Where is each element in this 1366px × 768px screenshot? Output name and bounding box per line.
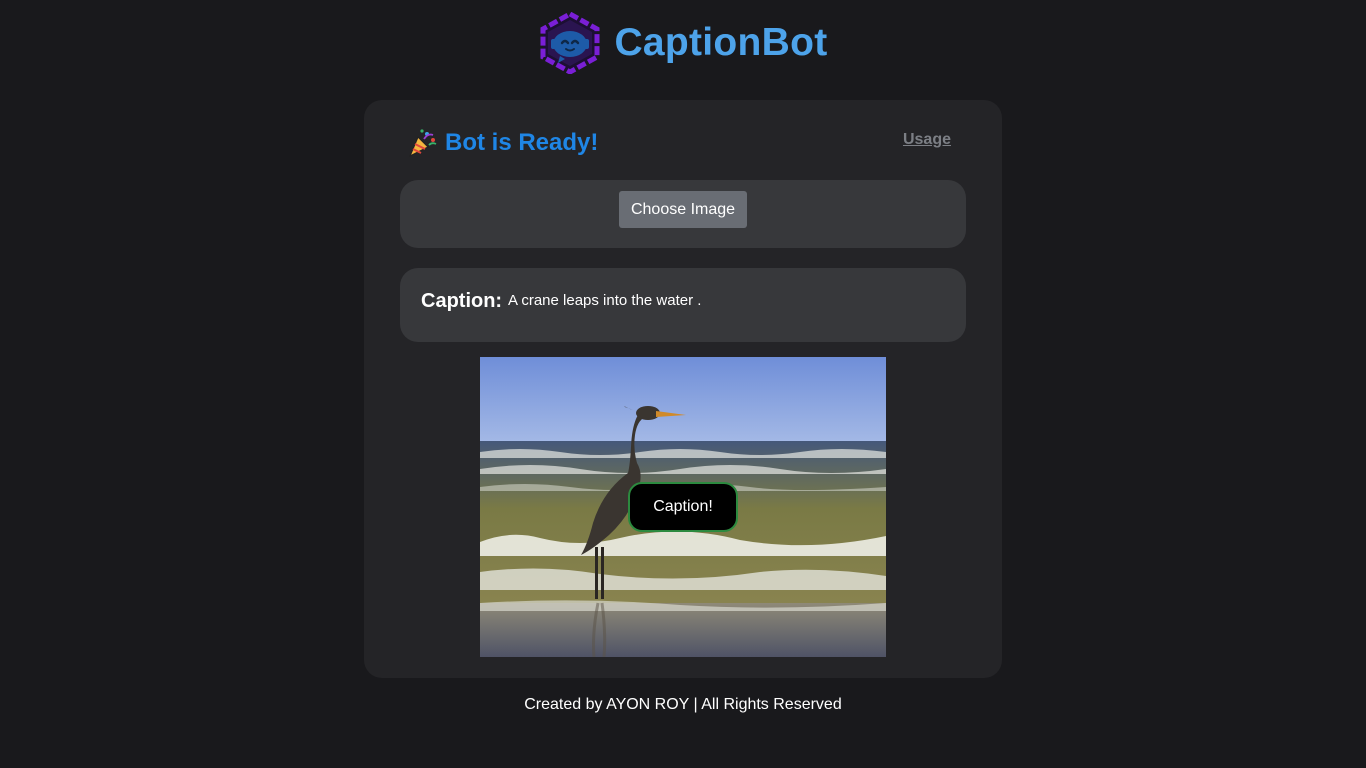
status-row: Bot is Ready! bbox=[407, 128, 598, 158]
party-popper-icon bbox=[408, 129, 437, 158]
caption-label: Caption: bbox=[421, 290, 503, 312]
bot-logo-icon bbox=[540, 12, 600, 74]
app-root: CaptionBot Bot is Ready! Usage Choose Im… bbox=[0, 0, 1366, 768]
footer-text: Created by AYON ROY | All Rights Reserve… bbox=[524, 696, 842, 713]
caption-text: A crane leaps into the water . bbox=[508, 292, 702, 309]
main-card: Bot is Ready! Usage Choose Image Caption… bbox=[364, 100, 1002, 678]
app-title: CaptionBot bbox=[614, 21, 828, 64]
choose-image-button[interactable]: Choose Image bbox=[619, 191, 747, 228]
upload-panel: Choose Image bbox=[400, 180, 966, 248]
caption-panel: Caption: A crane leaps into the water . bbox=[400, 268, 966, 342]
header: CaptionBot bbox=[0, 12, 1366, 74]
caption-button[interactable]: Caption! bbox=[628, 482, 738, 532]
status-text: Bot is Ready! bbox=[445, 129, 599, 156]
image-preview: Caption! bbox=[480, 357, 886, 657]
usage-link[interactable]: Usage bbox=[903, 131, 951, 149]
